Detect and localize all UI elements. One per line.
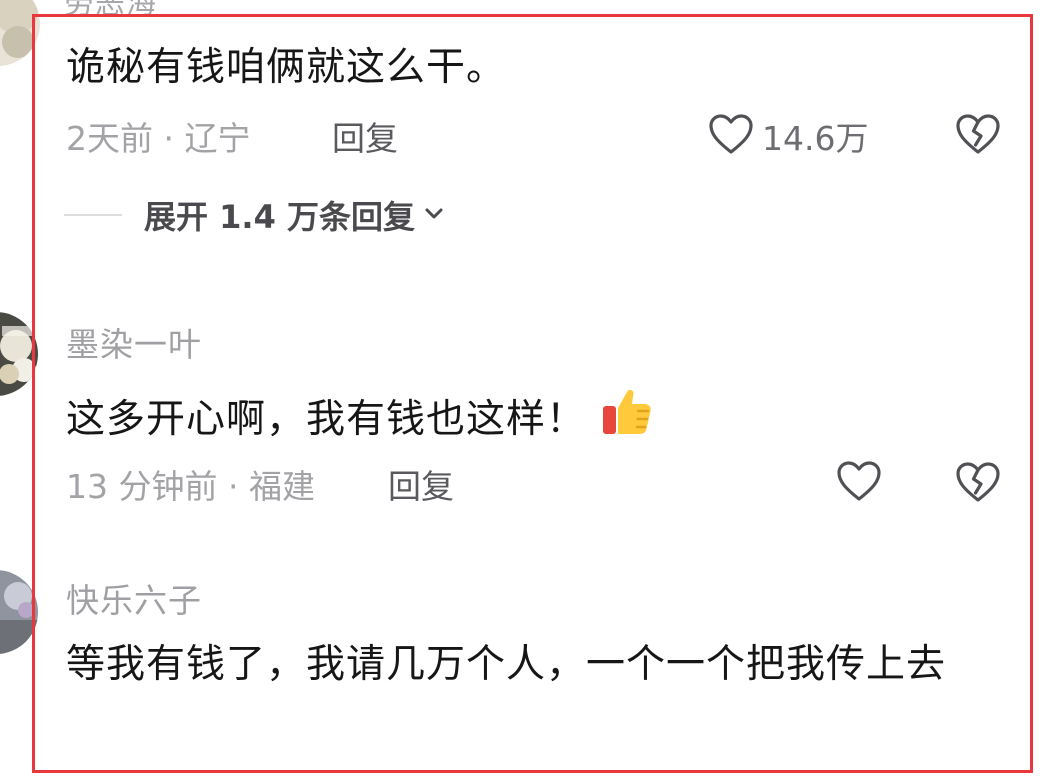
comment-meta: 2天前 · 辽宁 [66,119,251,158]
comment-text: 等我有钱了，我请几万个人，一个一个把我传上去 [66,642,947,687]
username[interactable]: 快乐六子 [66,574,202,622]
comment-text: 这多开心啊，我有钱也这样！ [66,384,654,448]
like-count: 14.6万 [762,119,869,158]
dislike-button[interactable] [954,460,1002,508]
expand-replies-button[interactable]: 展开 1.4 万条回复 [64,192,445,238]
comment-meta: 13 分钟前 · 福建 [66,467,315,506]
broken-heart-icon [954,462,1002,508]
divider-line [64,214,122,216]
reply-button[interactable]: 回复 [388,460,454,508]
broken-heart-icon [954,114,1002,160]
like-button[interactable] [836,460,882,506]
heart-icon [836,460,882,506]
comment-text: 诡秘有钱咱俩就这么干。 [66,45,507,90]
dislike-button[interactable] [954,112,1002,160]
comment-body: 这多开心啊，我有钱也这样！ [66,397,587,442]
like-button[interactable]: 14.6万 [708,112,868,160]
thumbs-up-icon [600,384,654,448]
reply-button[interactable]: 回复 [332,112,398,160]
expand-replies-label: 展开 1.4 万条回复 [144,198,415,236]
username[interactable]: 墨染一叶 [66,318,202,366]
heart-icon [708,113,754,159]
comment-section: 勞恶海 诡秘有钱咱俩就这么干。 2天前 · 辽宁 回复 14.6万 展开 1.4… [0,0,1053,779]
chevron-down-icon [423,202,445,228]
